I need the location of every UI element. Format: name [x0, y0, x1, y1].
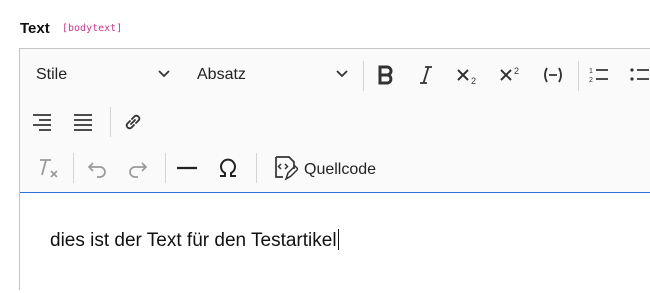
horizontal-line-button[interactable]: [171, 152, 203, 184]
style-dropdown-label: Stile: [36, 66, 68, 83]
undo-icon: [87, 162, 106, 178]
toolbar-separator: [110, 107, 111, 137]
italic-button[interactable]: [410, 59, 442, 91]
link-icon: [125, 114, 141, 130]
italic-icon: [420, 66, 432, 84]
undo-button[interactable]: [81, 152, 113, 184]
toolbar-separator: [165, 153, 166, 183]
svg-text:2: 2: [471, 76, 476, 85]
justify-icon: [74, 114, 92, 131]
superscript-button[interactable]: 2: [495, 59, 527, 91]
superscript-icon: 2: [500, 66, 519, 81]
toolbar-separator: [578, 61, 579, 91]
format-dropdown[interactable]: Absatz: [197, 59, 350, 91]
text-caret: [337, 229, 339, 250]
editor-text-content: dies ist der Text für den Testartikel: [50, 230, 337, 251]
source-code-icon: [275, 156, 298, 181]
link-button[interactable]: [117, 106, 149, 138]
redo-icon: [129, 162, 148, 178]
toolbar-separator: [256, 153, 257, 183]
source-code-label[interactable]: Quellcode: [304, 161, 376, 179]
svg-text:2: 2: [589, 77, 593, 84]
chevron-down-icon: [158, 70, 170, 78]
numbered-list-icon: 12: [589, 68, 608, 84]
editor-content-area[interactable]: dies ist der Text für den Testartikel: [20, 192, 650, 293]
subscript-icon: 2: [457, 69, 476, 85]
redo-button[interactable]: [122, 152, 154, 184]
editor-text[interactable]: dies ist der Text für den Testartikel: [50, 229, 339, 252]
field-code: [bodytext]: [62, 23, 123, 34]
rich-text-editor: Stile Absatz 2 2 12 Quellcode dies ist d…: [19, 48, 650, 293]
field-label: Text: [20, 20, 50, 37]
numbered-list-button[interactable]: 12: [583, 59, 615, 91]
format-dropdown-label: Absatz: [197, 66, 246, 83]
toolbar-separator: [73, 153, 74, 183]
special-char-button[interactable]: [212, 152, 244, 184]
strikeout-icon: [544, 67, 562, 83]
justify-button[interactable]: [67, 106, 99, 138]
bulleted-list-button[interactable]: [624, 59, 650, 91]
horizontal-line-icon: [177, 166, 197, 170]
align-right-button[interactable]: [26, 106, 58, 138]
remove-format-button[interactable]: [32, 152, 64, 184]
remove-format-icon: [40, 159, 58, 178]
align-right-icon: [33, 114, 51, 131]
toolbar-separator: [363, 61, 364, 91]
subscript-button[interactable]: 2: [452, 59, 484, 91]
svg-text:2: 2: [514, 66, 519, 76]
strikeout-button[interactable]: [537, 59, 569, 91]
special-char-icon: [220, 158, 236, 177]
editor-toolbar: Stile Absatz 2 2 12 Quellcode: [20, 49, 650, 192]
style-dropdown[interactable]: Stile: [36, 59, 172, 91]
bold-icon: [378, 65, 393, 85]
source-code-button[interactable]: [269, 152, 301, 184]
chevron-down-icon: [336, 70, 348, 78]
svg-text:1: 1: [589, 68, 593, 75]
bulleted-list-icon: [630, 68, 649, 81]
bold-button[interactable]: [370, 59, 402, 91]
